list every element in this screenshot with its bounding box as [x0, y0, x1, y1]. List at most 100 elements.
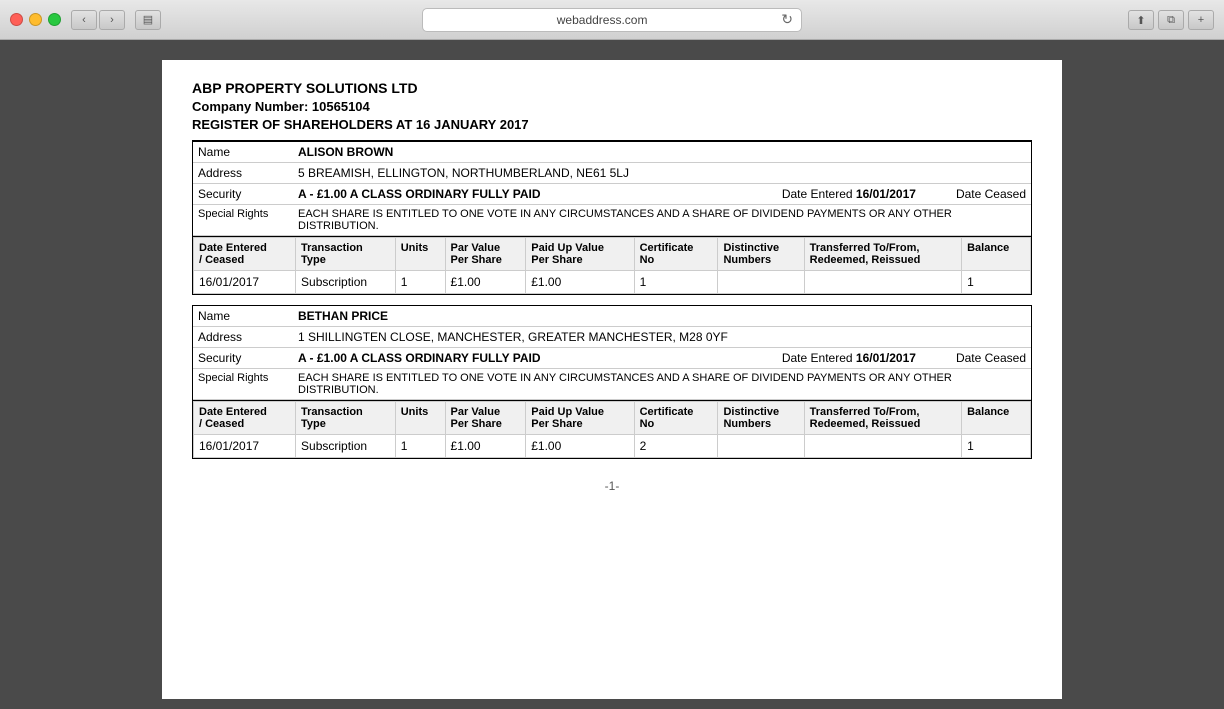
- date-ceased-label-1: Date Ceased: [956, 187, 1026, 201]
- company-number-label: Company Number:: [192, 99, 308, 114]
- sidebar-toggle-button[interactable]: ▤: [135, 10, 161, 30]
- address-value-1: 5 BREAMISH, ELLINGTON, NORTHUMBERLAND, N…: [298, 166, 1026, 180]
- special-rights-row-1: Special Rights EACH SHARE IS ENTITLED TO…: [193, 205, 1031, 236]
- date-entered-block-1: Date Entered 16/01/2017: [782, 187, 916, 201]
- th-date-2: Date Entered / Ceased: [194, 402, 296, 435]
- th-units-1: Units: [395, 238, 445, 271]
- close-button[interactable]: [10, 13, 23, 26]
- th-paid-1: Paid Up Value Per Share: [526, 238, 634, 271]
- th-balance-1: Balance: [962, 238, 1031, 271]
- shareholder-section-1: Name ALISON BROWN Address 5 BREAMISH, EL…: [192, 141, 1032, 237]
- td-units-1-0: 1: [395, 271, 445, 294]
- minimize-button[interactable]: [29, 13, 42, 26]
- company-name: ABP PROPERTY SOLUTIONS LTD: [192, 80, 1032, 96]
- page-number: -1-: [192, 479, 1032, 493]
- address-label-1: Address: [198, 166, 298, 180]
- share-table-2: Date Entered / Ceased Transaction Type U…: [193, 401, 1031, 458]
- register-title: REGISTER OF SHAREHOLDERS AT 16 JANUARY 2…: [192, 117, 1032, 141]
- th-units-2: Units: [395, 402, 445, 435]
- td-distinctive-2-0: [718, 435, 804, 458]
- address-row-2: Address 1 SHILLINGTEN CLOSE, MANCHESTER,…: [193, 327, 1031, 348]
- security-label-1: Security: [198, 187, 298, 201]
- name-value-2: BETHAN PRICE: [298, 309, 1026, 323]
- td-balance-2-0: 1: [962, 435, 1031, 458]
- th-distinctive-2: Distinctive Numbers: [718, 402, 804, 435]
- td-units-2-0: 1: [395, 435, 445, 458]
- maximize-button[interactable]: [48, 13, 61, 26]
- th-par-1: Par Value Per Share: [445, 238, 526, 271]
- toolbar-right: ⬆ ⧉ +: [1128, 10, 1214, 30]
- th-date-1: Date Entered / Ceased: [194, 238, 296, 271]
- td-paid-2-0: £1.00: [526, 435, 634, 458]
- th-cert-2: Certificate No: [634, 402, 718, 435]
- td-type-2-0: Subscription: [296, 435, 396, 458]
- add-tab-button[interactable]: +: [1188, 10, 1214, 30]
- td-balance-1-0: 1: [962, 271, 1031, 294]
- date-ceased-block-2: Date Ceased: [956, 351, 1026, 365]
- security-row-1: Security A - £1.00 A CLASS ORDINARY FULL…: [193, 184, 1031, 205]
- th-transferred-2: Transferred To/From, Redeemed, Reissued: [804, 402, 961, 435]
- titlebar: ‹ › ▤ webaddress.com ↻ ⬆ ⧉ +: [0, 0, 1224, 40]
- shareholder-section-2: Name BETHAN PRICE Address 1 SHILLINGTEN …: [192, 305, 1032, 401]
- name-label-2: Name: [198, 309, 298, 323]
- special-rights-label-1: Special Rights: [198, 208, 298, 232]
- document: ABP PROPERTY SOLUTIONS LTD Company Numbe…: [162, 60, 1062, 699]
- reload-button[interactable]: ↻: [781, 11, 793, 28]
- th-transferred-1: Transferred To/From, Redeemed, Reissued: [804, 238, 961, 271]
- th-par-2: Par Value Per Share: [445, 402, 526, 435]
- table-row: 16/01/2017 Subscription 1 £1.00 £1.00 1 …: [194, 271, 1031, 294]
- td-paid-1-0: £1.00: [526, 271, 634, 294]
- table-header-row-2: Date Entered / Ceased Transaction Type U…: [194, 402, 1031, 435]
- special-rights-value-2: EACH SHARE IS ENTITLED TO ONE VOTE IN AN…: [298, 372, 1026, 396]
- table-row: 16/01/2017 Subscription 1 £1.00 £1.00 2 …: [194, 435, 1031, 458]
- td-type-1-0: Subscription: [296, 271, 396, 294]
- td-date-2-0: 16/01/2017: [194, 435, 296, 458]
- traffic-lights: [10, 13, 61, 26]
- company-number: Company Number: 10565104: [192, 99, 1032, 114]
- name-value-1: ALISON BROWN: [298, 145, 1026, 159]
- td-transferred-2-0: [804, 435, 961, 458]
- security-dates-1: Date Entered 16/01/2017 Date Ceased: [782, 187, 1026, 201]
- security-value-2: A - £1.00 A CLASS ORDINARY FULLY PAID: [298, 351, 782, 365]
- th-type-1: Transaction Type: [296, 238, 396, 271]
- date-ceased-label-2: Date Ceased: [956, 351, 1026, 365]
- name-label-1: Name: [198, 145, 298, 159]
- address-label-2: Address: [198, 330, 298, 344]
- share-table-1: Date Entered / Ceased Transaction Type U…: [193, 237, 1031, 294]
- new-tab-button[interactable]: ⧉: [1158, 10, 1184, 30]
- th-cert-1: Certificate No: [634, 238, 718, 271]
- security-label-2: Security: [198, 351, 298, 365]
- forward-button[interactable]: ›: [99, 10, 125, 30]
- special-rights-label-2: Special Rights: [198, 372, 298, 396]
- td-cert-1-0: 1: [634, 271, 718, 294]
- td-distinctive-1-0: [718, 271, 804, 294]
- url-text: webaddress.com: [431, 13, 773, 27]
- browser-content: ABP PROPERTY SOLUTIONS LTD Company Numbe…: [0, 40, 1224, 709]
- security-row-2: Security A - £1.00 A CLASS ORDINARY FULL…: [193, 348, 1031, 369]
- address-row-1: Address 5 BREAMISH, ELLINGTON, NORTHUMBE…: [193, 163, 1031, 184]
- name-row-1: Name ALISON BROWN: [193, 142, 1031, 163]
- td-transferred-1-0: [804, 271, 961, 294]
- special-rights-row-2: Special Rights EACH SHARE IS ENTITLED TO…: [193, 369, 1031, 400]
- company-number-value: 10565104: [312, 99, 370, 114]
- td-par-2-0: £1.00: [445, 435, 526, 458]
- nav-buttons: ‹ ›: [71, 10, 125, 30]
- th-type-2: Transaction Type: [296, 402, 396, 435]
- date-entered-label-2: Date Entered: [782, 351, 853, 365]
- name-row-2: Name BETHAN PRICE: [193, 306, 1031, 327]
- special-rights-value-1: EACH SHARE IS ENTITLED TO ONE VOTE IN AN…: [298, 208, 1026, 232]
- th-paid-2: Paid Up Value Per Share: [526, 402, 634, 435]
- share-table-wrapper-1: Date Entered / Ceased Transaction Type U…: [192, 237, 1032, 295]
- td-date-1-0: 16/01/2017: [194, 271, 296, 294]
- share-button[interactable]: ⬆: [1128, 10, 1154, 30]
- td-par-1-0: £1.00: [445, 271, 526, 294]
- address-bar-container: webaddress.com ↻: [412, 8, 812, 32]
- date-entered-label-1: Date Entered: [782, 187, 853, 201]
- date-entered-value-2: 16/01/2017: [856, 351, 916, 365]
- table-header-row-1: Date Entered / Ceased Transaction Type U…: [194, 238, 1031, 271]
- th-balance-2: Balance: [962, 402, 1031, 435]
- date-ceased-block-1: Date Ceased: [956, 187, 1026, 201]
- address-bar[interactable]: webaddress.com ↻: [422, 8, 802, 32]
- security-dates-2: Date Entered 16/01/2017 Date Ceased: [782, 351, 1026, 365]
- back-button[interactable]: ‹: [71, 10, 97, 30]
